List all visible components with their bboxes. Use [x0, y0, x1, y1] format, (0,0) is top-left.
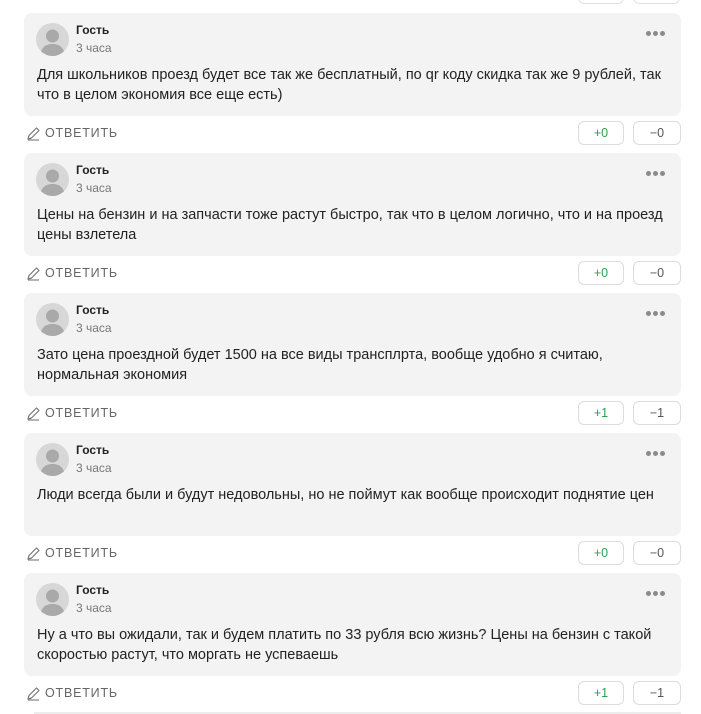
downvote-button[interactable]: −1 [633, 401, 681, 425]
comment-text: Зато цена проездной будет 1500 на все ви… [37, 347, 603, 383]
comment-time: 3 часа [76, 461, 112, 475]
comment-item: Гость 3 часа Ну а что вы ожидали, так и … [24, 573, 681, 713]
reply-label: ОТВЕТИТЬ [45, 266, 118, 280]
reply-button[interactable]: ОТВЕТИТЬ [26, 684, 118, 702]
comment-time: 3 часа [76, 321, 112, 335]
comment-author[interactable]: Гость [76, 443, 109, 457]
comment-text: Цены на бензин и на запчасти тоже растут… [37, 207, 663, 243]
comment-text: Ну а что вы ожидали, так и будем платить… [37, 627, 652, 663]
downvote-button[interactable]: −0 [633, 261, 681, 285]
avatar [36, 23, 69, 56]
comment-item: Гость 3 часа Для школьников проезд будет… [24, 13, 681, 153]
comment-author[interactable]: Гость [76, 163, 109, 177]
comment-author[interactable]: Гость [76, 303, 109, 317]
reply-label: ОТВЕТИТЬ [45, 126, 118, 140]
pencil-icon [27, 686, 40, 701]
reply-label: ОТВЕТИТЬ [45, 546, 118, 560]
comment-author[interactable]: Гость [76, 583, 109, 597]
prev-downvote-button[interactable] [633, 0, 680, 4]
user-silhouette-icon [40, 309, 65, 336]
pencil-icon [27, 406, 40, 421]
upvote-button[interactable]: +0 [578, 261, 624, 285]
pencil-icon [27, 266, 40, 281]
user-silhouette-icon [40, 449, 65, 476]
comment-card: Гость 3 часа Зато цена проездной будет 1… [24, 293, 681, 396]
reply-button[interactable]: ОТВЕТИТЬ [26, 544, 118, 562]
comments-feed: Гость 3 часа Для школьников проезд будет… [24, 13, 681, 713]
comment-text: Для школьников проезд будет все так же б… [37, 67, 661, 103]
more-dots-icon[interactable] [646, 311, 666, 317]
avatar [36, 583, 69, 616]
pencil-icon [27, 126, 40, 141]
more-dots-icon[interactable] [646, 451, 666, 457]
comment-item: Гость 3 часа Зато цена проездной будет 1… [24, 293, 681, 433]
prev-upvote-button[interactable] [578, 0, 624, 4]
avatar [36, 443, 69, 476]
pencil-icon [27, 546, 40, 561]
avatar [36, 303, 69, 336]
comment-actions: ОТВЕТИТЬ +1 −1 [24, 681, 681, 705]
comment-item: Гость 3 часа Люди всегда были и будут не… [24, 433, 681, 573]
user-silhouette-icon [40, 29, 65, 56]
comment-author[interactable]: Гость [76, 23, 109, 37]
more-dots-icon[interactable] [646, 591, 666, 597]
more-dots-icon[interactable] [646, 171, 666, 177]
reply-label: ОТВЕТИТЬ [45, 406, 118, 420]
upvote-button[interactable]: +0 [578, 121, 624, 145]
comment-card: Гость 3 часа Цены на бензин и на запчаст… [24, 153, 681, 256]
upvote-button[interactable]: +1 [578, 401, 624, 425]
upvote-button[interactable]: +0 [578, 541, 624, 565]
comment-text: Люди всегда были и будут недовольны, но … [37, 487, 654, 503]
avatar [36, 163, 69, 196]
reply-button[interactable]: ОТВЕТИТЬ [26, 404, 118, 422]
user-silhouette-icon [40, 169, 65, 196]
more-dots-icon[interactable] [646, 31, 666, 37]
downvote-button[interactable]: −1 [633, 681, 681, 705]
reply-label: ОТВЕТИТЬ [45, 686, 118, 700]
comment-card: Гость 3 часа Для школьников проезд будет… [24, 13, 681, 116]
comment-time: 3 часа [76, 601, 112, 615]
reply-button[interactable]: ОТВЕТИТЬ [26, 124, 118, 142]
downvote-button[interactable]: −0 [633, 121, 681, 145]
comment-time: 3 часа [76, 41, 112, 55]
downvote-button[interactable]: −0 [633, 541, 681, 565]
comment-item: Гость 3 часа Цены на бензин и на запчаст… [24, 153, 681, 293]
upvote-button[interactable]: +1 [578, 681, 624, 705]
user-silhouette-icon [40, 589, 65, 616]
comment-time: 3 часа [76, 181, 112, 195]
comment-card: Гость 3 часа Ну а что вы ожидали, так и … [24, 573, 681, 676]
comment-actions: ОТВЕТИТЬ +0 −0 [24, 121, 681, 145]
comment-actions: ОТВЕТИТЬ +0 −0 [24, 261, 681, 285]
comment-card: Гость 3 часа Люди всегда были и будут не… [24, 433, 681, 536]
reply-button[interactable]: ОТВЕТИТЬ [26, 264, 118, 282]
comment-actions: ОТВЕТИТЬ +1 −1 [24, 401, 681, 425]
comment-actions: ОТВЕТИТЬ +0 −0 [24, 541, 681, 565]
